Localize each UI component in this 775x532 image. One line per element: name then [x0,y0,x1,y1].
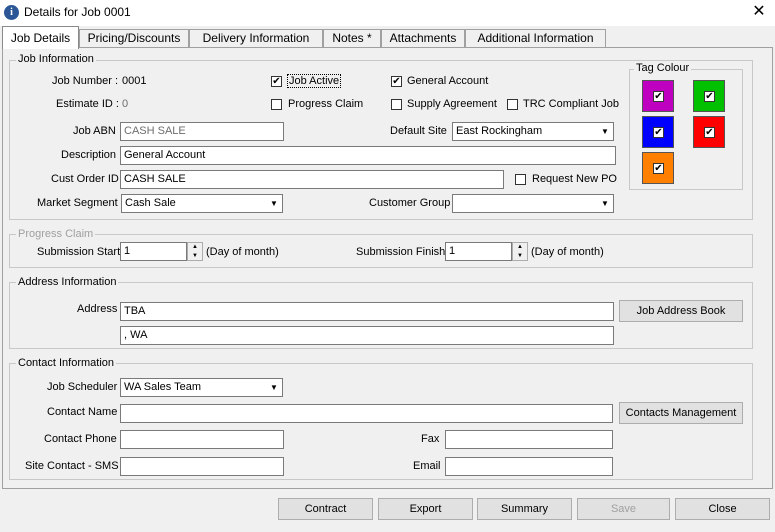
checked-icon: ✔ [653,91,664,102]
window-title: Details for Job 0001 [24,5,131,19]
progress-claim-title: Progress Claim [16,228,96,240]
export-button[interactable]: Export [378,498,473,520]
request-new-po-checkbox[interactable] [515,174,526,185]
chevron-down-icon: ▼ [270,199,278,208]
tag-colour-red[interactable]: ✔ [693,116,725,148]
submission-finish-spinner[interactable]: ▲ ▼ [512,242,528,261]
progress-claim-label[interactable]: Progress Claim [288,98,363,110]
contact-phone-input[interactable] [120,430,284,449]
trc-compliant-label[interactable]: TRC Compliant Job [523,98,619,110]
job-number-value: 0001 [122,75,147,87]
summary-button[interactable]: Summary [477,498,572,520]
cust-order-id-label: Cust Order ID [51,173,119,185]
tab-delivery-information[interactable]: Delivery Information [189,29,323,48]
tag-colour-title: Tag Colour [634,62,692,74]
job-information-title: Job Information [16,53,96,65]
job-scheduler-value: WA Sales Team [124,381,202,393]
job-active-checkbox[interactable]: ✔ [271,76,282,87]
address-line2-input[interactable]: , WA [120,326,614,345]
contacts-management-button[interactable]: Contacts Management [619,402,743,424]
tab-strip: Job Details Pricing/Discounts Delivery I… [0,26,775,49]
default-site-value: East Rockingham [456,125,543,137]
checked-icon: ✔ [704,91,715,102]
estimate-id-value: 0 [122,98,129,110]
default-site-label: Default Site [390,125,447,137]
job-abn-label: Job ABN [73,125,116,137]
default-site-select[interactable]: East Rockingham ▼ [452,122,614,141]
customer-group-select[interactable]: ▼ [452,194,614,213]
submission-start-hint: (Day of month) [206,246,279,258]
job-active-text: Job Active [287,74,342,88]
cust-order-id-input[interactable]: CASH SALE [120,170,504,189]
fax-input[interactable] [445,430,613,449]
contact-name-label: Contact Name [47,406,118,418]
address-label: Address [77,303,118,315]
job-number-label: Job Number : [52,75,119,87]
description-input[interactable]: General Account [120,146,616,165]
info-icon: i [4,5,19,20]
chevron-down-icon: ▼ [601,127,609,136]
chevron-down-icon: ▼ [270,383,278,392]
site-contact-sms-label: Site Contact - SMS [25,460,119,472]
tab-job-details[interactable]: Job Details [2,26,79,49]
submission-finish-input[interactable]: 1 [445,242,512,261]
spin-up-icon[interactable]: ▲ [188,243,202,252]
submission-finish-hint: (Day of month) [531,246,604,258]
contact-name-input[interactable] [120,404,613,423]
progress-claim-checkbox[interactable] [271,99,282,110]
tag-colour-magenta[interactable]: ✔ [642,80,674,112]
submission-start-spinner[interactable]: ▲ ▼ [187,242,203,261]
spin-up-icon[interactable]: ▲ [513,243,527,252]
tag-colour-green[interactable]: ✔ [693,80,725,112]
tab-pricing-discounts[interactable]: Pricing/Discounts [79,29,189,48]
fax-label: Fax [421,433,440,445]
job-abn-input[interactable]: CASH SALE [120,122,284,141]
submission-start-input[interactable]: 1 [120,242,187,261]
estimate-id-label: Estimate ID : [56,98,119,110]
job-active-label[interactable]: Job Active [287,74,342,88]
general-account-checkbox[interactable]: ✔ [391,76,402,87]
email-input[interactable] [445,457,613,476]
contact-information-title: Contact Information [16,357,116,369]
checked-icon: ✔ [653,163,664,174]
chevron-down-icon: ▼ [601,199,609,208]
description-label: Description [61,149,117,161]
spin-down-icon[interactable]: ▼ [188,252,202,261]
supply-agreement-checkbox[interactable] [391,99,402,110]
request-new-po-label[interactable]: Request New PO [532,173,617,185]
tag-colour-blue[interactable]: ✔ [642,116,674,148]
trc-compliant-checkbox[interactable] [507,99,518,110]
tab-additional-information[interactable]: Additional Information [465,29,606,48]
job-scheduler-select[interactable]: WA Sales Team ▼ [120,378,283,397]
checked-icon: ✔ [704,127,715,138]
title-bar: i Details for Job 0001 ✕ [0,0,775,26]
supply-agreement-label[interactable]: Supply Agreement [407,98,497,110]
market-segment-select[interactable]: Cash Sale ▼ [121,194,283,213]
spin-down-icon[interactable]: ▼ [513,252,527,261]
contract-button[interactable]: Contract [278,498,373,520]
close-button[interactable]: Close [675,498,770,520]
checked-icon: ✔ [653,127,664,138]
general-account-label[interactable]: General Account [407,75,488,87]
job-scheduler-label: Job Scheduler [47,381,118,393]
submission-finish-label: Submission Finish [356,246,446,258]
market-segment-label: Market Segment [37,197,118,209]
tag-colour-orange[interactable]: ✔ [642,152,674,184]
save-button[interactable]: Save [577,498,670,520]
address-information-title: Address Information [16,276,119,288]
market-segment-value: Cash Sale [125,197,176,209]
customer-group-label: Customer Group [369,197,451,209]
email-label: Email [413,460,441,472]
tab-attachments[interactable]: Attachments [381,29,465,48]
close-icon[interactable]: ✕ [748,2,770,22]
job-address-book-button[interactable]: Job Address Book [619,300,743,322]
address-line1-input[interactable]: TBA [120,302,614,321]
tab-notes[interactable]: Notes * [323,29,381,48]
contact-phone-label: Contact Phone [44,433,117,445]
site-contact-sms-input[interactable] [120,457,284,476]
submission-start-label: Submission Start [37,246,121,258]
tab-label: Job Details [10,31,71,45]
